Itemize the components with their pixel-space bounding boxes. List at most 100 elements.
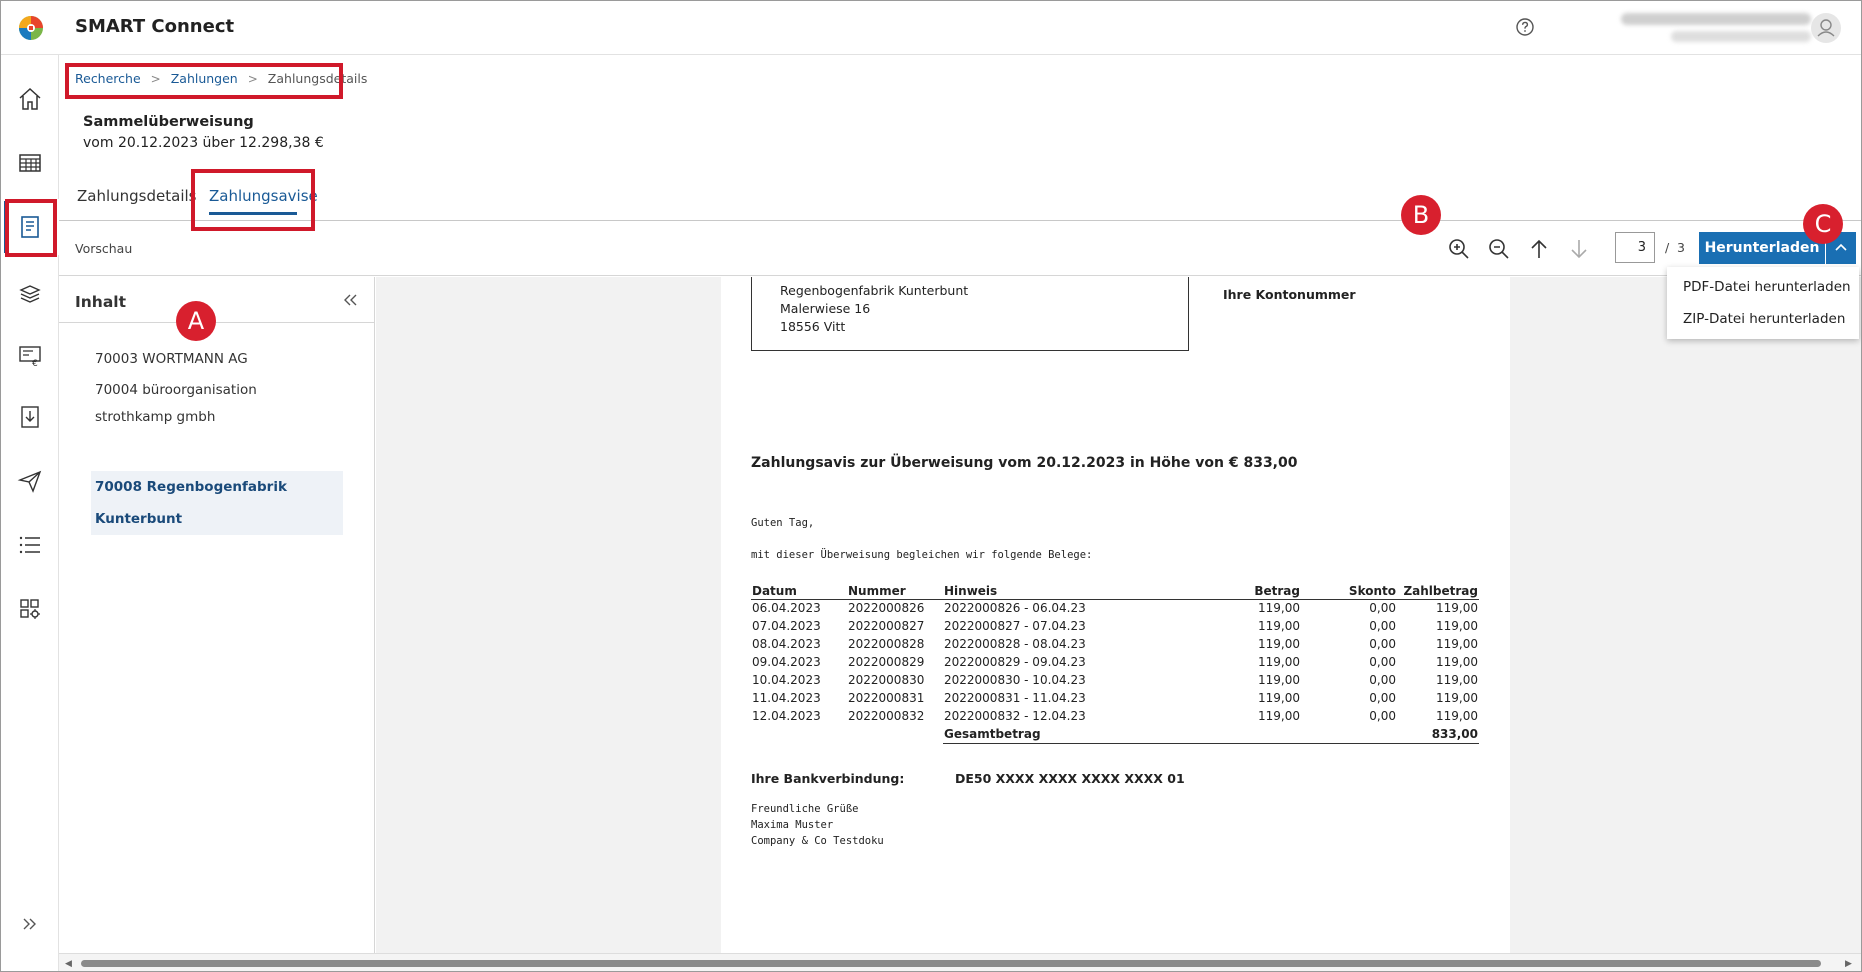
breadcrumb-recherche[interactable]: Recherche [75,71,141,86]
user-info[interactable] [1581,11,1811,45]
previous-page-button[interactable] [1525,235,1553,263]
arrow-up-icon [1531,239,1547,258]
list-item-active[interactable]: 70008 Regenbogenfabrik Kunterbunt [91,471,343,535]
nav-expand-button[interactable] [1,909,59,939]
table-total-row: Gesamtbetrag 833,00 [751,725,1479,744]
column-header: Skonto [1301,583,1397,600]
breadcrumb-separator: > [150,71,161,86]
table-cell: 2022000832 - 12.04.23 [944,709,1086,723]
table-cell: 0,00 [1369,691,1396,705]
table-cell: 119,00 [1258,655,1300,669]
breadcrumb-zahlungen[interactable]: Zahlungen [171,71,238,86]
table-cell: 2022000827 [848,619,925,633]
menu-item-pdf[interactable]: PDF-Datei herunterladen [1683,279,1851,295]
list-item[interactable]: 70004 büroorganisation strothkamp gmbh [95,377,315,431]
nav-list[interactable] [1,517,59,573]
table-cell: 119,00 [1258,691,1300,705]
bank-value: DE50 XXXX XXXX XXXX XXXX 01 [955,771,1185,786]
account-label: Ihre Kontonummer [1223,287,1356,302]
document-preview[interactable]: Regenbogenfabrik Kunterbunt Malerwiese 1… [376,277,1861,953]
table-header-row: Datum Nummer Hinweis Betrag Skonto Zahlb… [751,583,1479,600]
table-cell: 2022000829 - 09.04.23 [944,655,1086,669]
menu-item-zip[interactable]: ZIP-Datei herunterladen [1683,311,1845,327]
top-bar: SMART Connect [1,1,1861,55]
table-row: 10.04.2023 2022000830 2022000830 - 10.04.2… [751,671,1479,689]
table-cell: 0,00 [1369,673,1396,687]
column-header: Zahlbetrag [1397,583,1479,600]
list-item[interactable]: 70003 WORTMANN AG [95,343,335,375]
column-header: Hinweis [943,583,1243,600]
table-cell: 119,00 [1436,655,1478,669]
zoom-in-button[interactable] [1445,235,1473,263]
breadcrumb-separator: > [247,71,258,86]
nav-settings[interactable] [1,581,59,637]
scroll-right-icon[interactable]: ▶ [1845,958,1855,970]
tab-zahlungsavise[interactable]: Zahlungsavise [209,187,318,205]
zoom-out-icon [1489,239,1509,259]
marker-a: A [176,301,216,341]
table-cell: 119,00 [1436,601,1478,616]
table-cell: 2022000830 [848,673,925,687]
table-cell: 119,00 [1258,709,1300,723]
app-title: SMART Connect [75,16,235,37]
column-header: Nummer [847,583,943,600]
avatar[interactable] [1811,13,1841,43]
nav-documents[interactable] [1,199,59,255]
table-cell: 12.04.2023 [752,709,821,723]
nav-payments[interactable]: € [1,327,59,383]
bank-label: Ihre Bankverbindung: [751,771,905,786]
content-panel-title: Inhalt [75,293,127,311]
empty-cell [1243,725,1301,744]
collapse-panel-icon[interactable] [341,291,359,309]
expand-icon [23,918,36,930]
table-cell: 0,00 [1369,655,1396,669]
table-cell: 2022000832 [848,709,925,723]
nav-stack[interactable] [1,265,59,321]
user-icon [1817,19,1835,37]
scrollbar-thumb[interactable] [81,960,1821,967]
tab-zahlungsdetails[interactable]: Zahlungsdetails [77,187,196,205]
closing-line: Freundliche Grüße [751,803,859,815]
table-cell: 119,00 [1258,619,1300,633]
payment-icon: € [19,346,41,368]
help-icon[interactable] [1515,17,1535,37]
table-row: 06.04.2023 2022000826 2022000826 - 06.04.2… [751,599,1479,617]
stack-icon [19,285,41,303]
table-cell: 119,00 [1436,691,1478,705]
page-subtitle: vom 20.12.2023 über 12.298,38 € [83,135,324,151]
arrow-down-icon [1571,240,1587,259]
nav-home[interactable] [1,71,59,127]
nav-send[interactable] [1,453,59,509]
table-cell: 0,00 [1369,601,1396,616]
chevron-up-icon [1835,243,1847,251]
table-cell: 0,00 [1369,637,1396,651]
table-cell: 0,00 [1369,619,1396,633]
send-icon [17,470,42,493]
user-company-blurred [1671,31,1811,42]
address-line: 18556 Vitt [780,319,846,334]
active-tab-indicator [209,212,297,215]
nav-table[interactable] [1,135,59,191]
nav-download[interactable] [1,389,59,445]
page-separator: / [1665,240,1670,255]
horizontal-scrollbar[interactable]: ◀ ▶ [59,953,1861,971]
next-page-button[interactable] [1565,235,1593,263]
table-cell: 119,00 [1258,601,1300,616]
table-cell: 2022000828 [848,637,925,651]
download-menu: PDF-Datei herunterladen ZIP-Datei herunt… [1667,267,1859,339]
table-cell: 08.04.2023 [752,637,821,651]
marker-c: C [1803,204,1843,244]
page-number-input[interactable]: 3 [1615,232,1655,263]
table-cell: 0,00 [1369,709,1396,723]
download-button[interactable]: Herunterladen [1699,232,1825,264]
preview-label: Vorschau [75,241,133,256]
download-icon [21,406,39,428]
zoom-out-button[interactable] [1485,235,1513,263]
user-name-blurred [1621,13,1811,25]
table-cell: 119,00 [1436,637,1478,651]
page-title: Sammelüberweisung [83,114,254,130]
empty-cell [1301,725,1397,744]
scroll-left-icon[interactable]: ◀ [65,958,75,970]
address-line: Malerwiese 16 [780,301,871,316]
table-cell: 07.04.2023 [752,619,821,633]
